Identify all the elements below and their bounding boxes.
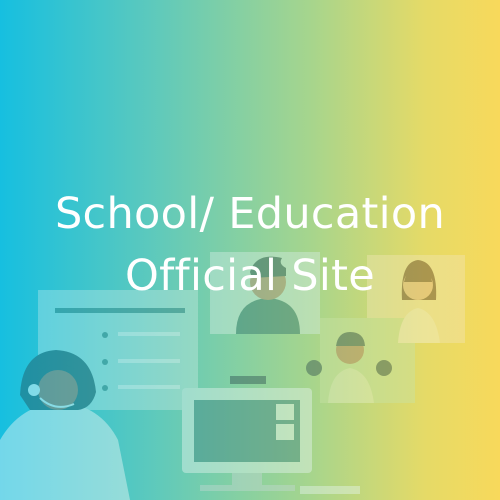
- banner-card: School/ Education Official Site: [0, 0, 500, 500]
- title-line-1: School/ Education: [54, 189, 446, 239]
- page-title: School/ Education Official Site: [0, 183, 500, 307]
- title-line-2: Official Site: [124, 251, 376, 301]
